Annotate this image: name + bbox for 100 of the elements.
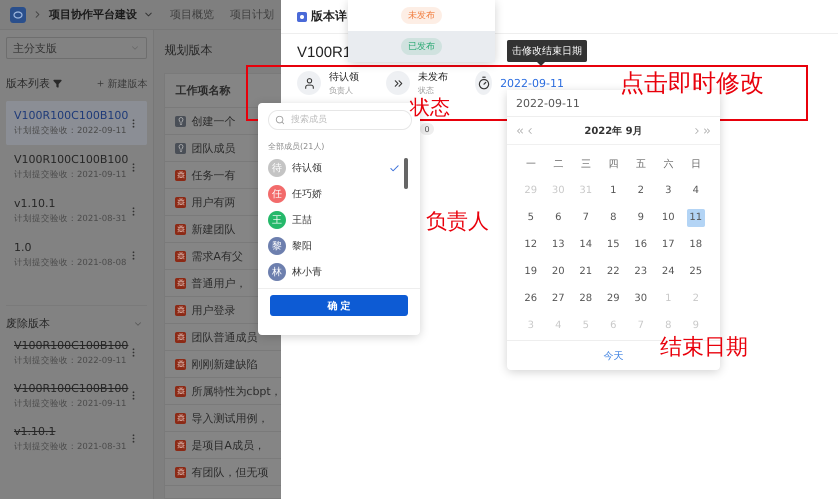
document-icon	[297, 12, 307, 22]
calendar-day[interactable]: 9	[632, 208, 650, 226]
member-name: 林小青	[292, 266, 323, 279]
double-chevron-icon[interactable]	[386, 71, 410, 95]
annotation-label: 状态	[410, 96, 450, 118]
bug-icon	[175, 358, 186, 370]
avatar: 待	[268, 159, 286, 177]
weekday-label: 四	[607, 158, 620, 172]
version-date: 计划提交验收：2021-08-31	[14, 440, 126, 452]
table-cell: 刚刚新建缺陷	[191, 356, 258, 372]
calendar-day[interactable]: 12	[522, 236, 540, 254]
app-logo-icon[interactable]	[10, 6, 26, 22]
version-date: 计划提交验收：2021-08-08	[14, 257, 126, 269]
scrollbar[interactable]	[404, 158, 408, 189]
person-icon[interactable]	[297, 71, 321, 95]
calendar-day[interactable]: 2	[632, 182, 650, 200]
calendar-day[interactable]: 13	[549, 236, 568, 254]
search-icon	[275, 115, 285, 125]
status-tag: 未发布	[401, 7, 442, 24]
confirm-button[interactable]: 确 定	[270, 295, 408, 316]
today-link[interactable]: 今天	[604, 348, 624, 362]
calendar-day[interactable]: 11	[686, 208, 705, 226]
bug-icon	[175, 278, 186, 288]
member-name: 王喆	[292, 214, 313, 227]
calendar-day[interactable]: 6	[549, 208, 568, 226]
table-cell: 需求A有父	[191, 248, 243, 264]
calendar-day[interactable]: 20	[549, 262, 568, 280]
annotation-label: 结束日期	[660, 336, 748, 360]
calendar-day[interactable]: 23	[632, 262, 650, 280]
next-year-icon[interactable]	[702, 126, 712, 136]
calendar-day[interactable]: 10	[659, 208, 678, 226]
calendar-day[interactable]: 17	[659, 236, 678, 254]
bug-icon	[175, 224, 186, 234]
member-item[interactable]: 任 任巧娇	[258, 181, 420, 207]
bug-icon	[175, 170, 186, 180]
section-title: 废除版本	[6, 316, 50, 331]
version-name: V100R100C100B100	[14, 153, 128, 166]
search-field[interactable]: 搜索成员	[268, 110, 412, 130]
drawer-title: 版本详	[311, 8, 347, 25]
previous-year-icon[interactable]	[515, 126, 525, 136]
bug-icon	[175, 440, 186, 450]
member-item[interactable]: 王 王喆	[258, 207, 420, 233]
calendar-day[interactable]: 15	[604, 236, 622, 254]
member-name: 待认领	[292, 162, 323, 175]
calendar-day[interactable]: 27	[549, 290, 568, 308]
lightbulb-icon	[175, 142, 186, 154]
table-cell: 有团队，但无项	[191, 464, 268, 480]
version-name: 1.0	[14, 241, 32, 254]
version-name: v1.10.1	[14, 197, 56, 210]
table-cell: 用户登录	[191, 302, 236, 318]
member-item[interactable]: 黎 黎阳	[258, 233, 420, 259]
version-name: V100R100C100B100	[14, 338, 128, 352]
calendar-day[interactable]: 14	[576, 236, 595, 254]
table-cell: 导入测试用例，	[191, 410, 268, 426]
project-name[interactable]: 项目协作平台建设	[49, 7, 137, 22]
calendar-day[interactable]: 25	[686, 262, 705, 280]
section-title: 版本列表	[6, 76, 50, 91]
calendar-day[interactable]: 19	[522, 262, 540, 280]
member-item[interactable]: 待 待认领	[258, 155, 420, 181]
status-tag: 已发布	[401, 38, 442, 55]
table-cell: 团队普通成员	[191, 330, 258, 344]
member-item[interactable]: 林 林小青	[258, 259, 420, 285]
field-label: 负责人	[329, 85, 354, 96]
calendar-day[interactable]: 26	[522, 290, 540, 308]
calendar-day[interactable]: 16	[632, 236, 650, 254]
calendar-day[interactable]: 1	[604, 182, 622, 200]
calendar-day[interactable]: 21	[576, 262, 595, 280]
calendar-day[interactable]: 29	[604, 290, 622, 308]
version-item[interactable]: V100R100C100B100 计划提交验收：2021-09-11	[6, 145, 148, 189]
plus-icon	[96, 79, 106, 88]
bug-icon	[175, 304, 186, 316]
weekday-label: 日	[690, 158, 702, 172]
calendar-day[interactable]: 7	[576, 208, 595, 226]
calendar-day[interactable]: 4	[686, 182, 705, 200]
end-date-link[interactable]: 2022-09-11	[500, 76, 564, 90]
weekday-label: 五	[634, 158, 647, 172]
field-value[interactable]: 待认领	[329, 70, 359, 84]
table-cell: 新建团队	[191, 222, 236, 236]
calendar-day[interactable]: 30	[632, 290, 650, 308]
bug-icon	[175, 332, 186, 342]
calendar-day[interactable]: 3	[659, 182, 678, 200]
version-name: V100R100C100B100	[14, 109, 128, 122]
calendar-day[interactable]: 24	[659, 262, 678, 280]
filter-icon[interactable]	[53, 79, 62, 88]
table-cell: 所属特性为cbpt，	[191, 384, 282, 398]
field-value[interactable]: 未发布	[418, 70, 448, 84]
bug-icon	[175, 250, 186, 262]
calendar-day[interactable]: 8	[604, 208, 622, 226]
calendar-day[interactable]: 18	[686, 236, 705, 254]
avatar: 林	[268, 263, 286, 281]
table-cell: 任务一有	[191, 168, 236, 182]
weekday-label: 二	[552, 158, 564, 172]
version-item[interactable]: 1.0 计划提交验收：2021-08-08	[6, 233, 148, 277]
calendar-day[interactable]: 22	[604, 262, 622, 280]
timer-icon[interactable]	[475, 71, 492, 95]
calendar-day[interactable]: 28	[576, 290, 595, 308]
version-date: 计划提交验收：2021-09-11	[14, 398, 128, 410]
calendar-day[interactable]: 5	[522, 208, 540, 226]
version-item[interactable]: v1.10.1 计划提交验收：2021-08-31	[6, 189, 148, 233]
weekday-label: 一	[524, 158, 537, 172]
